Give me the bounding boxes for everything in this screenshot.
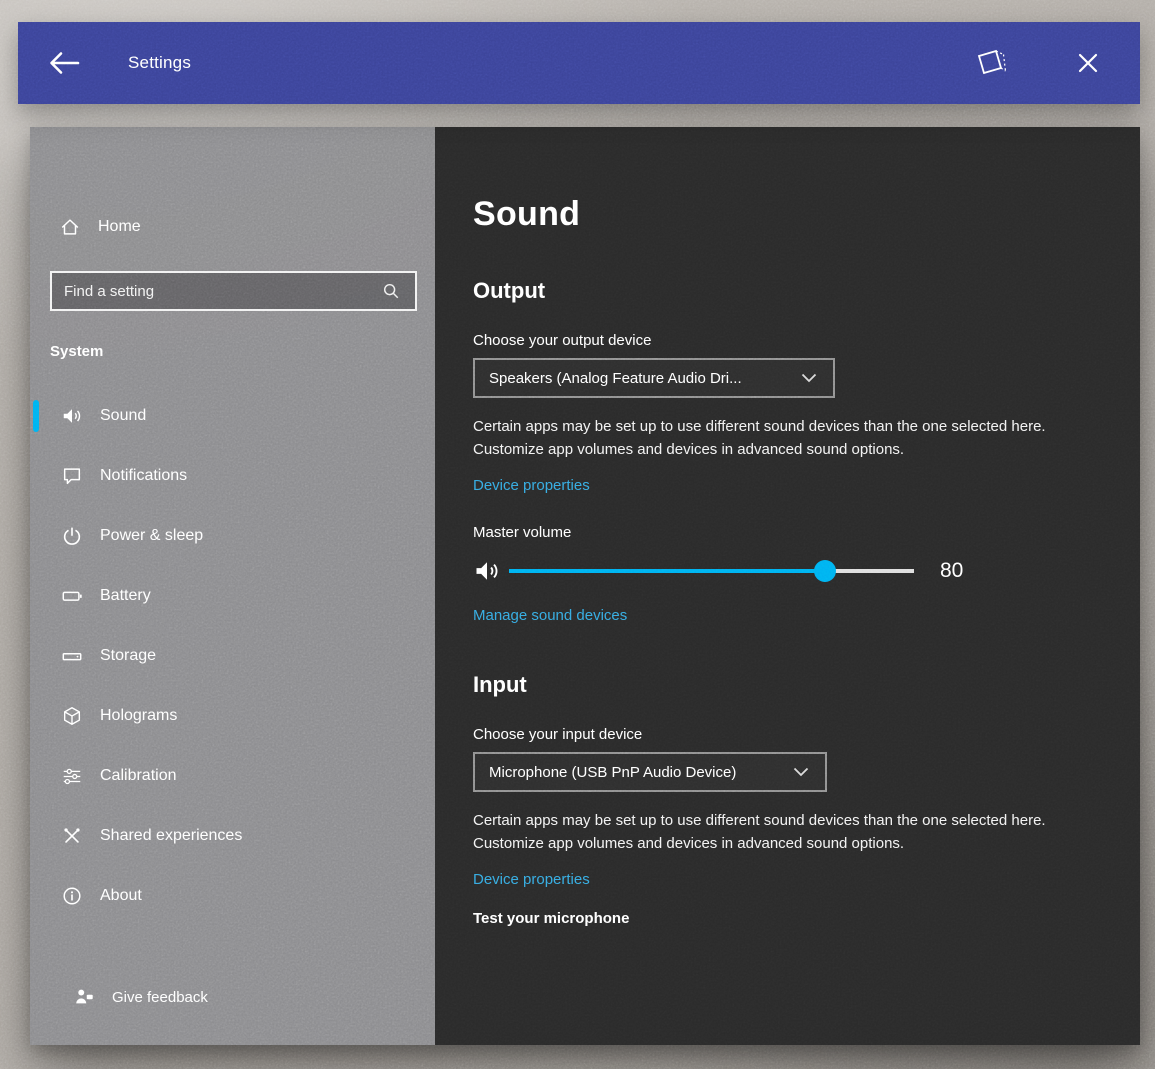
sidebar-item-calibration[interactable]: Calibration [30,746,435,806]
master-volume-label: Master volume [473,524,1100,541]
close-button[interactable] [1066,41,1110,85]
input-description: Certain apps may be set up to use differ… [473,810,1061,855]
back-arrow-icon [44,47,84,79]
sidebar-item-label: Power & sleep [100,527,203,545]
search-input[interactable] [64,283,379,300]
feedback-label: Give feedback [112,989,208,1006]
sidebar-item-label: Calibration [100,767,176,785]
sidebar-item-label: Storage [100,647,156,665]
master-volume-row: 80 [473,557,1100,585]
selection-indicator [33,400,39,432]
sidebar-item-label: Notifications [100,467,187,485]
sidebar-item-label: Sound [100,407,146,425]
sidebar-item-home[interactable]: Home [30,207,435,247]
output-device-dropdown[interactable]: Speakers (Analog Feature Audio Dri... [473,358,835,398]
output-heading: Output [473,278,1100,304]
sound-icon [60,404,84,428]
notifications-icon [60,464,84,488]
input-heading: Input [473,672,1100,698]
sidebar-item-about[interactable]: About [30,866,435,926]
sidebar-item-label: About [100,887,142,905]
adjust-window-icon [972,45,1008,81]
manage-sound-devices-link[interactable]: Manage sound devices [473,607,627,624]
sidebar-item-battery[interactable]: Battery [30,566,435,626]
output-device-label: Choose your output device [473,332,1100,349]
home-label: Home [98,218,141,236]
sidebar-item-power-sleep[interactable]: Power & sleep [30,506,435,566]
test-microphone-label: Test your microphone [473,910,1100,927]
input-device-value: Microphone (USB PnP Audio Device) [489,764,736,781]
input-device-dropdown[interactable]: Microphone (USB PnP Audio Device) [473,752,827,792]
sidebar-item-label: Holograms [100,707,177,725]
chevron-down-icon [797,373,821,383]
titlebar-title: Settings [128,53,191,73]
power-icon [60,524,84,548]
sidebar-section-label: System [50,343,435,360]
titlebar-actions [966,39,1110,87]
settings-window: Home System Sound Notificati [30,127,1140,1045]
output-device-properties-link[interactable]: Device properties [473,477,590,494]
battery-icon [60,584,84,608]
master-volume-slider[interactable] [509,559,914,583]
chevron-down-icon [789,767,813,777]
titlebar: Settings [18,22,1140,104]
sidebar-item-label: Battery [100,587,151,605]
feedback-icon [72,985,96,1009]
output-device-value: Speakers (Analog Feature Audio Dri... [489,370,742,387]
about-icon [60,884,84,908]
sidebar-spacer [30,926,435,977]
sidebar-item-label: Shared experiences [100,827,242,845]
storage-icon [60,644,84,668]
content-panel: Sound Output Choose your output device S… [435,127,1140,1045]
sidebar-item-shared-experiences[interactable]: Shared experiences [30,806,435,866]
search-box[interactable] [50,271,417,311]
output-description: Certain apps may be set up to use differ… [473,416,1061,461]
search-icon [379,279,403,303]
holograms-icon [60,704,84,728]
page-title: Sound [473,195,1100,234]
sidebar-item-storage[interactable]: Storage [30,626,435,686]
input-device-label: Choose your input device [473,726,1100,743]
close-icon [1072,47,1104,79]
sidebar-item-sound[interactable]: Sound [30,386,435,446]
adjust-window-button[interactable] [966,39,1014,87]
back-button[interactable] [38,41,90,85]
shared-experiences-icon [60,824,84,848]
volume-speaker-icon [473,557,501,585]
slider-thumb[interactable] [814,560,836,582]
input-device-properties-link[interactable]: Device properties [473,871,590,888]
calibration-icon [60,764,84,788]
slider-fill [509,569,825,573]
sidebar-item-holograms[interactable]: Holograms [30,686,435,746]
sidebar-item-notifications[interactable]: Notifications [30,446,435,506]
home-icon [58,215,82,239]
sidebar-nav: Sound Notifications Power & sleep [30,386,435,926]
sidebar: Home System Sound Notificati [30,127,435,1045]
master-volume-value: 80 [940,559,963,583]
sidebar-item-give-feedback[interactable]: Give feedback [30,977,435,1017]
